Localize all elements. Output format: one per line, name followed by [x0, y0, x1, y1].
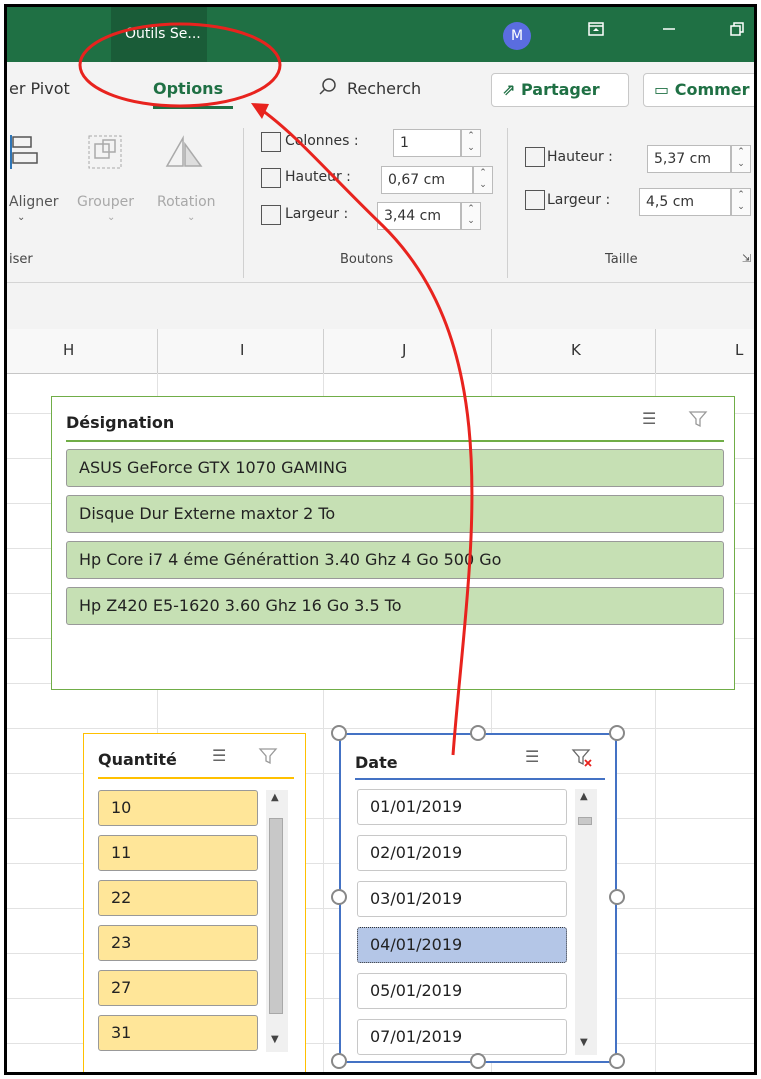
annotation-overlay — [78, 22, 474, 756]
excel-window: Outils Se... M er Pivot Options Recherch… — [4, 4, 757, 1075]
annotation-arrow-head — [251, 103, 269, 119]
annotation-circle — [78, 22, 282, 108]
annotation-arrow-line — [258, 106, 474, 756]
